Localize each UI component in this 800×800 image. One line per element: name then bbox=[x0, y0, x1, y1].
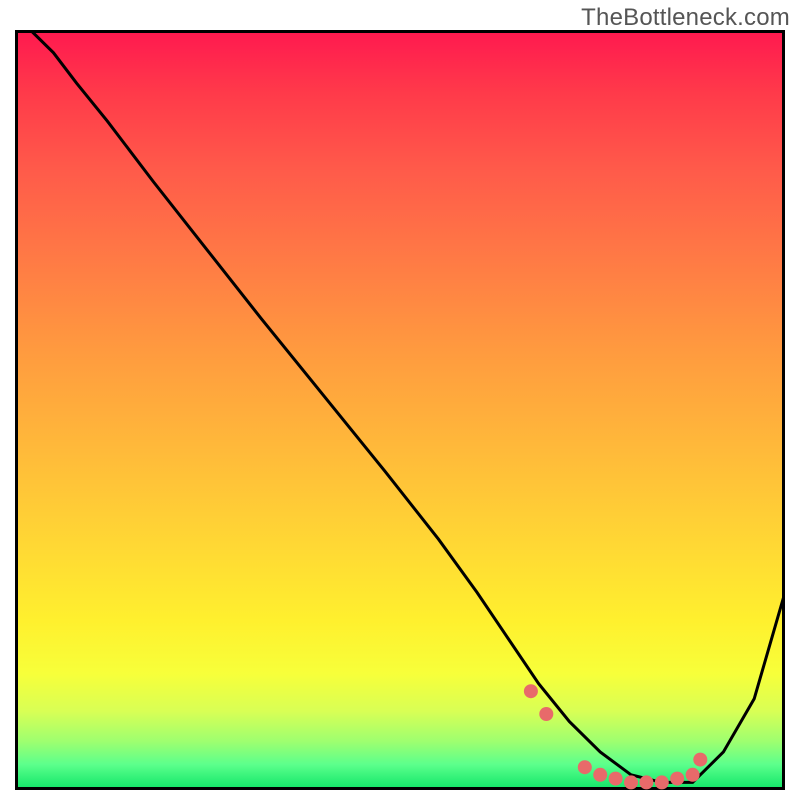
plot-background-gradient bbox=[15, 30, 785, 790]
watermark-label: TheBottleneck.com bbox=[581, 4, 790, 32]
chart-container: TheBottleneck.com bbox=[0, 0, 800, 800]
